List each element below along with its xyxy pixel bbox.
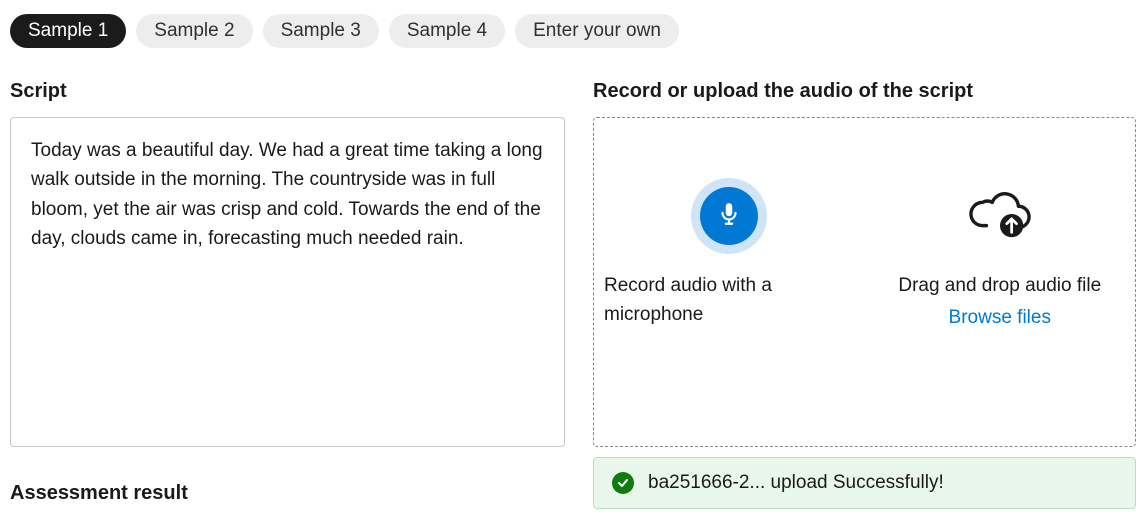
upload-success-banner: ba251666-2... upload Successfully!: [593, 457, 1136, 509]
script-label: Script: [10, 80, 565, 103]
tab-sample-1[interactable]: Sample 1: [10, 14, 126, 48]
success-check-icon: [612, 472, 634, 494]
tab-sample-2[interactable]: Sample 2: [136, 14, 252, 48]
cloud-upload-icon: [969, 186, 1031, 247]
upload-option: Drag and drop audio file Browse files: [865, 178, 1136, 329]
record-text: Record audio with a microphone: [598, 272, 861, 329]
record-option: Record audio with a microphone: [594, 178, 865, 329]
record-button[interactable]: [691, 178, 767, 254]
success-message: ba251666-2... upload Successfully!: [648, 472, 944, 494]
assessment-result-label: Assessment result: [10, 482, 565, 505]
browse-files-link[interactable]: Browse files: [949, 307, 1051, 329]
audio-dropzone[interactable]: Record audio with a microphone Drag and …: [593, 117, 1136, 447]
script-textarea[interactable]: [10, 117, 565, 447]
sample-tabs: Sample 1 Sample 2 Sample 3 Sample 4 Ente…: [10, 14, 1136, 48]
tab-sample-4[interactable]: Sample 4: [389, 14, 505, 48]
upload-label: Record or upload the audio of the script: [593, 80, 1136, 103]
drag-drop-text: Drag and drop audio file: [898, 272, 1101, 301]
microphone-icon: [716, 201, 742, 232]
tab-sample-3[interactable]: Sample 3: [263, 14, 379, 48]
tab-enter-own[interactable]: Enter your own: [515, 14, 679, 48]
